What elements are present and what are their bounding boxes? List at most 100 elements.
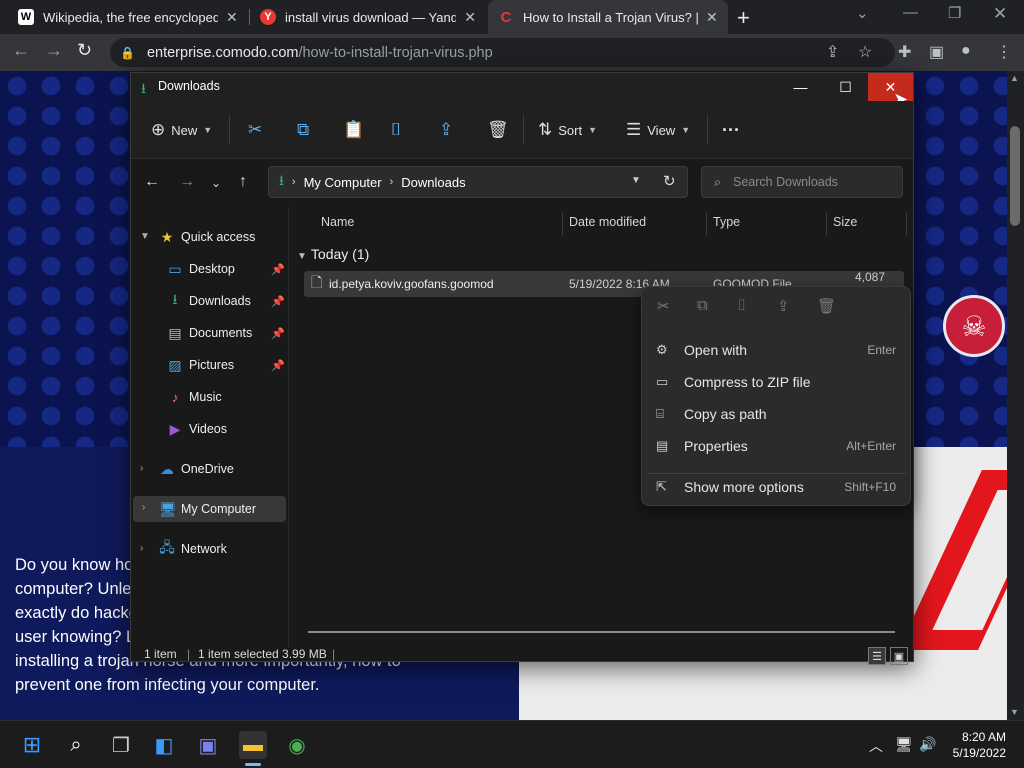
column-divider[interactable] (706, 212, 707, 236)
minimize-button[interactable]: — (778, 73, 823, 101)
copy-button[interactable]: ⧉ (297, 118, 315, 142)
bookmark-star-icon[interactable]: ☆ (858, 42, 872, 62)
close-icon[interactable]: ✕ (993, 4, 1007, 24)
nav-network[interactable]: 🖧 Network (159, 536, 227, 562)
restore-icon[interactable]: ❐ (948, 4, 961, 22)
scissors-icon[interactable]: ✂ (657, 297, 670, 315)
tiles-view-icon[interactable]: ▣ (890, 647, 908, 665)
group-header-today[interactable]: ▼ Today (1) (297, 246, 369, 262)
forward-arrow-icon[interactable]: → (45, 40, 63, 61)
minimize-icon[interactable]: — (903, 4, 918, 21)
view-button[interactable]: ☰ View ▼ (626, 118, 690, 142)
menu-properties[interactable]: ▤ Properties Alt+Enter (648, 431, 906, 461)
back-arrow-icon[interactable]: ← (144, 173, 160, 191)
share-icon[interactable]: ⇪ (777, 297, 790, 315)
column-type[interactable]: Type (713, 215, 740, 233)
widgets-icon[interactable]: ◧ (150, 731, 178, 759)
chevron-up-icon[interactable]: ︿ (869, 736, 883, 756)
back-arrow-icon[interactable]: ← (12, 40, 30, 61)
address-breadcrumb[interactable]: ⭳ › My Computer › Downloads (268, 166, 688, 198)
chevron-right-icon[interactable]: › (140, 463, 143, 474)
sort-button[interactable]: ⇅ Sort ▼ (538, 118, 597, 142)
rename-icon[interactable]: ⌷ (737, 297, 746, 314)
horizontal-scrollbar[interactable] (308, 631, 895, 633)
comodo-favicon-icon: C (500, 8, 512, 26)
network-icon[interactable]: 🖥 (895, 736, 913, 753)
copy-icon[interactable]: ⧉ (697, 297, 708, 314)
tab-search-icon[interactable]: ⌄ (856, 4, 869, 22)
lock-icon[interactable]: 🔒 (120, 46, 135, 60)
clock[interactable]: 8:20 AM 5/19/2022 (946, 729, 1006, 761)
file-explorer-icon[interactable]: ▬ (239, 731, 267, 759)
chrome-icon[interactable]: ◉ (283, 731, 311, 759)
explorer-title-bar[interactable]: ⭳ Downloads — ☐ ✕ (131, 73, 913, 101)
column-name[interactable]: Name (321, 215, 354, 233)
column-divider[interactable] (906, 212, 907, 236)
chat-icon[interactable]: ▣ (194, 731, 222, 759)
new-button[interactable]: ⊕ New ▼ (151, 118, 212, 142)
menu-copy-as-path[interactable]: ⌸ Copy as path (648, 399, 906, 429)
nav-pictures[interactable]: ▨ Pictures 📌 (167, 352, 287, 378)
menu-compress-zip[interactable]: ▭ Compress to ZIP file (648, 367, 906, 397)
nav-my-computer[interactable]: › 🖥 My Computer (133, 496, 286, 522)
new-tab-icon[interactable]: + (737, 5, 750, 31)
delete-button[interactable]: 🗑 (487, 118, 515, 142)
nav-onedrive[interactable]: ☁ OneDrive (159, 456, 234, 482)
nav-music[interactable]: ♪ Music (167, 384, 222, 410)
side-panel-icon[interactable]: ▣ (929, 42, 944, 62)
pin-icon: 📌 (271, 359, 285, 372)
share-icon[interactable]: ⇪ (826, 42, 839, 62)
nav-downloads[interactable]: ⭳ Downloads 📌 (167, 288, 287, 314)
trash-icon[interactable]: 🗑 (817, 297, 836, 315)
nav-quick-access[interactable]: ★ Quick access (159, 224, 256, 250)
tab-comodo[interactable]: C How to Install a Trojan Virus? | W ✕ (488, 0, 728, 34)
column-divider[interactable] (826, 212, 827, 236)
navigation-row: ← → ⌄ ↑ ⭳ › My Computer › Downloads ▼ ↻ … (131, 159, 913, 207)
volume-icon[interactable]: 🔊 (919, 736, 936, 753)
nav-videos[interactable]: ▶ Videos (167, 416, 227, 442)
details-view-icon[interactable]: ☰ (868, 647, 886, 665)
column-divider[interactable] (562, 212, 563, 236)
rename-button[interactable]: ⌷ (391, 118, 407, 142)
address-bar[interactable]: 🔒 enterprise.comodo.com /how-to-install-… (110, 38, 895, 67)
nav-documents[interactable]: ▤ Documents 📌 (167, 320, 287, 346)
task-view-icon[interactable]: ❐ (107, 731, 135, 759)
column-size[interactable]: Size (833, 215, 857, 233)
chevron-right-icon[interactable]: › (140, 543, 143, 554)
nav-desktop[interactable]: ▭ Desktop 📌 (167, 256, 287, 282)
chevron-down-icon[interactable]: ▼ (140, 231, 150, 242)
more-options-icon[interactable]: ··· (722, 118, 740, 142)
chevron-right-icon[interactable]: › (142, 502, 145, 513)
windows-start-icon[interactable]: ⊞ (18, 731, 46, 759)
chevron-down-icon[interactable]: ▼ (631, 175, 641, 186)
tab-wikipedia[interactable]: W Wikipedia, the free encyclopedia ✕ (8, 0, 248, 34)
refresh-icon[interactable]: ↻ (663, 172, 676, 190)
column-date-modified[interactable]: Date modified (569, 215, 646, 233)
maximize-button[interactable]: ☐ (823, 73, 868, 101)
forward-arrow-icon[interactable]: → (179, 173, 195, 191)
share-button[interactable]: ⇪ (439, 118, 459, 142)
profile-avatar-icon[interactable]: ● (961, 42, 971, 60)
menu-kebab-icon[interactable]: ⋮ (996, 42, 1012, 62)
search-icon[interactable]: ⌕ (62, 731, 90, 759)
up-arrow-icon[interactable]: ↑ (239, 173, 247, 191)
breadcrumb-downloads[interactable]: Downloads (401, 175, 465, 190)
menu-open-with[interactable]: ⚙ Open with Enter (648, 335, 906, 365)
view-lines-icon: ☰ (626, 120, 642, 139)
close-tab-icon[interactable]: ✕ (226, 9, 238, 26)
menu-show-more-options[interactable]: ⇱ Show more options Shift+F10 (648, 472, 906, 502)
page-scrollbar[interactable]: ▲ ▼ (1007, 71, 1024, 720)
scroll-down-icon[interactable]: ▼ (1010, 707, 1019, 717)
reload-icon[interactable]: ↻ (77, 40, 92, 61)
scroll-thumb[interactable] (1010, 126, 1020, 226)
breadcrumb-my-computer[interactable]: My Computer (304, 175, 382, 190)
scroll-up-icon[interactable]: ▲ (1010, 73, 1019, 83)
paste-button[interactable]: 📋 (343, 118, 370, 142)
close-tab-icon[interactable]: ✕ (706, 9, 718, 26)
extensions-icon[interactable]: ✚ (898, 42, 911, 62)
close-tab-icon[interactable]: ✕ (464, 9, 476, 26)
tab-yandex[interactable]: Y install virus download — Yandex ✕ (250, 0, 486, 34)
recent-locations-icon[interactable]: ⌄ (211, 176, 221, 190)
cut-button[interactable]: ✂ (248, 118, 268, 142)
search-field[interactable]: ⌕ Search Downloads (701, 166, 903, 198)
